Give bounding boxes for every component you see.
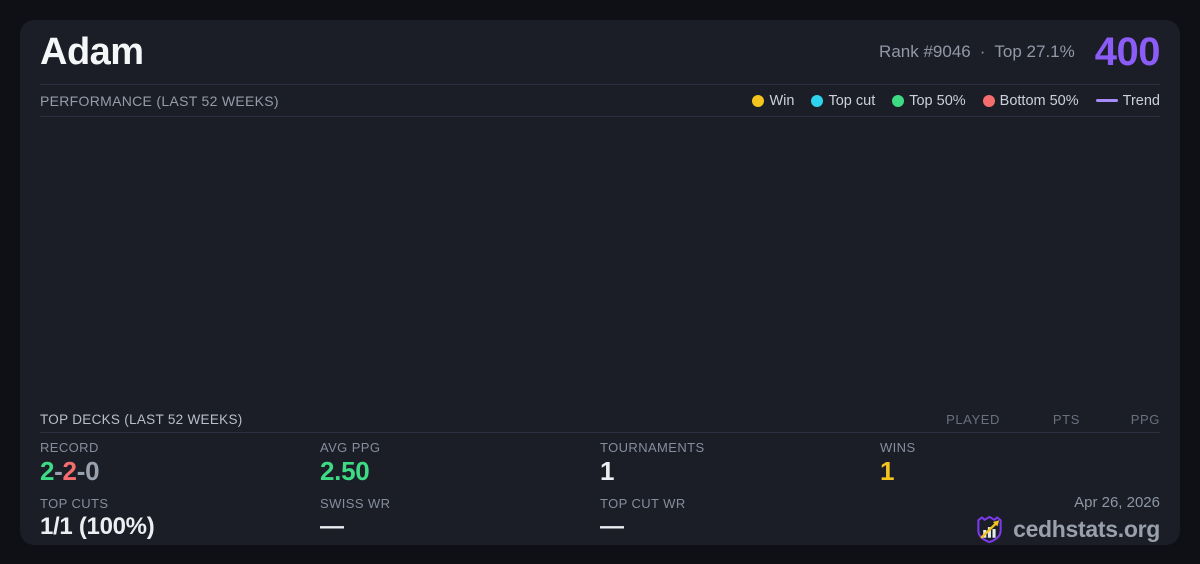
stat-avg-ppg: AVG PPG 2.50 (320, 433, 600, 489)
deck-table-column-headers: PLAYED PTS PPG (920, 412, 1160, 427)
performance-header-row: PERFORMANCE (LAST 52 WEEKS) Win Top cut … (40, 85, 1160, 117)
record-dash-2: - (76, 456, 86, 486)
win-dot-icon (752, 94, 765, 107)
stat-record: RECORD 2-2-0 (40, 433, 320, 489)
stat-swiss-wr-value: — (320, 513, 344, 540)
record-dash-1: - (54, 456, 63, 486)
percentile-text: Top 27.1% (994, 42, 1075, 61)
stat-wins-value: 1 (880, 456, 895, 486)
stat-wins: WINS 1 (880, 433, 1160, 489)
stat-top-cuts-label: TOP CUTS (40, 496, 109, 511)
legend-label-top50: Top 50% (909, 92, 966, 109)
stat-top-cuts: TOP CUTS 1/1 (100%) (40, 489, 320, 545)
record-draws: 0 (85, 456, 100, 486)
legend-label-trend: Trend (1122, 92, 1160, 109)
stat-avg-ppg-label: AVG PPG (320, 440, 381, 455)
player-stats-card: Adam Rank #9046 · Top 27.1% 400 PERFORMA… (20, 20, 1180, 545)
performance-title: PERFORMANCE (LAST 52 WEEKS) (40, 92, 279, 109)
legend-label-bottom50: Bottom 50% (999, 92, 1079, 109)
performance-chart-plot-area (40, 117, 1160, 406)
points-value: 400 (1094, 29, 1161, 74)
card-header: Adam Rank #9046 · Top 27.1% 400 (40, 20, 1161, 85)
chart-legend: Win Top cut Top 50% Bottom 50% Trend (752, 93, 1160, 109)
legend-item-top50: Top 50% (892, 92, 966, 109)
stat-wins-label: WINS (880, 440, 916, 455)
legend-item-top-cut: Top cut (811, 93, 875, 109)
stat-record-value: 2-2-0 (40, 456, 320, 486)
top50-dot-icon (892, 94, 905, 107)
top-decks-title: TOP DECKS (LAST 52 WEEKS) (40, 411, 243, 427)
bottom50-dot-icon (982, 94, 995, 107)
stat-top-cuts-value: 1/1 (100%) (40, 513, 155, 540)
stat-record-label: RECORD (40, 440, 99, 455)
card-date: Apr 26, 2026 (1074, 494, 1160, 511)
stat-tournaments-value: 1 (600, 456, 615, 486)
dot-separator: · (979, 42, 986, 61)
column-header-pts: PTS (1052, 411, 1080, 427)
trend-line-icon (1095, 99, 1118, 102)
column-header-played: PLAYED (946, 411, 1000, 427)
legend-item-win: Win (752, 93, 794, 109)
record-losses: 2 (62, 456, 77, 486)
top-cut-dot-icon (811, 94, 824, 107)
legend-label-top-cut: Top cut (828, 92, 876, 109)
player-name: Adam (40, 30, 144, 73)
stat-top-cut-wr-label: TOP CUT WR (600, 496, 686, 511)
footer-branding-cell: Apr 26, 2026 cedhstats.org (880, 489, 1160, 545)
stat-swiss-wr-label: SWISS WR (320, 496, 391, 511)
stats-grid: RECORD 2-2-0 AVG PPG 2.50 TOURNAMENTS 1 … (40, 433, 1160, 545)
brand-name: cedhstats.org (1013, 516, 1160, 542)
rank-text: Rank #9046 (879, 42, 971, 61)
top-decks-header-row: TOP DECKS (LAST 52 WEEKS) PLAYED PTS PPG (40, 406, 1160, 433)
legend-label-win: Win (769, 92, 795, 109)
cedhstats-logo-icon (977, 515, 1002, 544)
header-right: Rank #9046 · Top 27.1% 400 (879, 30, 1160, 75)
stat-tournaments: TOURNAMENTS 1 (600, 433, 880, 489)
stat-avg-ppg-value: 2.50 (320, 456, 370, 486)
stat-tournaments-label: TOURNAMENTS (600, 440, 705, 455)
brand-row: cedhstats.org (880, 514, 1160, 545)
rank-line: Rank #9046 · Top 27.1% (879, 42, 1075, 62)
record-wins: 2 (40, 456, 55, 486)
legend-item-bottom50: Bottom 50% (982, 92, 1079, 109)
legend-item-trend: Trend (1095, 92, 1160, 109)
stat-swiss-wr: SWISS WR — (320, 489, 600, 545)
column-header-ppg: PPG (1130, 411, 1160, 427)
stat-top-cut-wr: TOP CUT WR — (600, 489, 880, 545)
stat-top-cut-wr-value: — (600, 513, 624, 540)
